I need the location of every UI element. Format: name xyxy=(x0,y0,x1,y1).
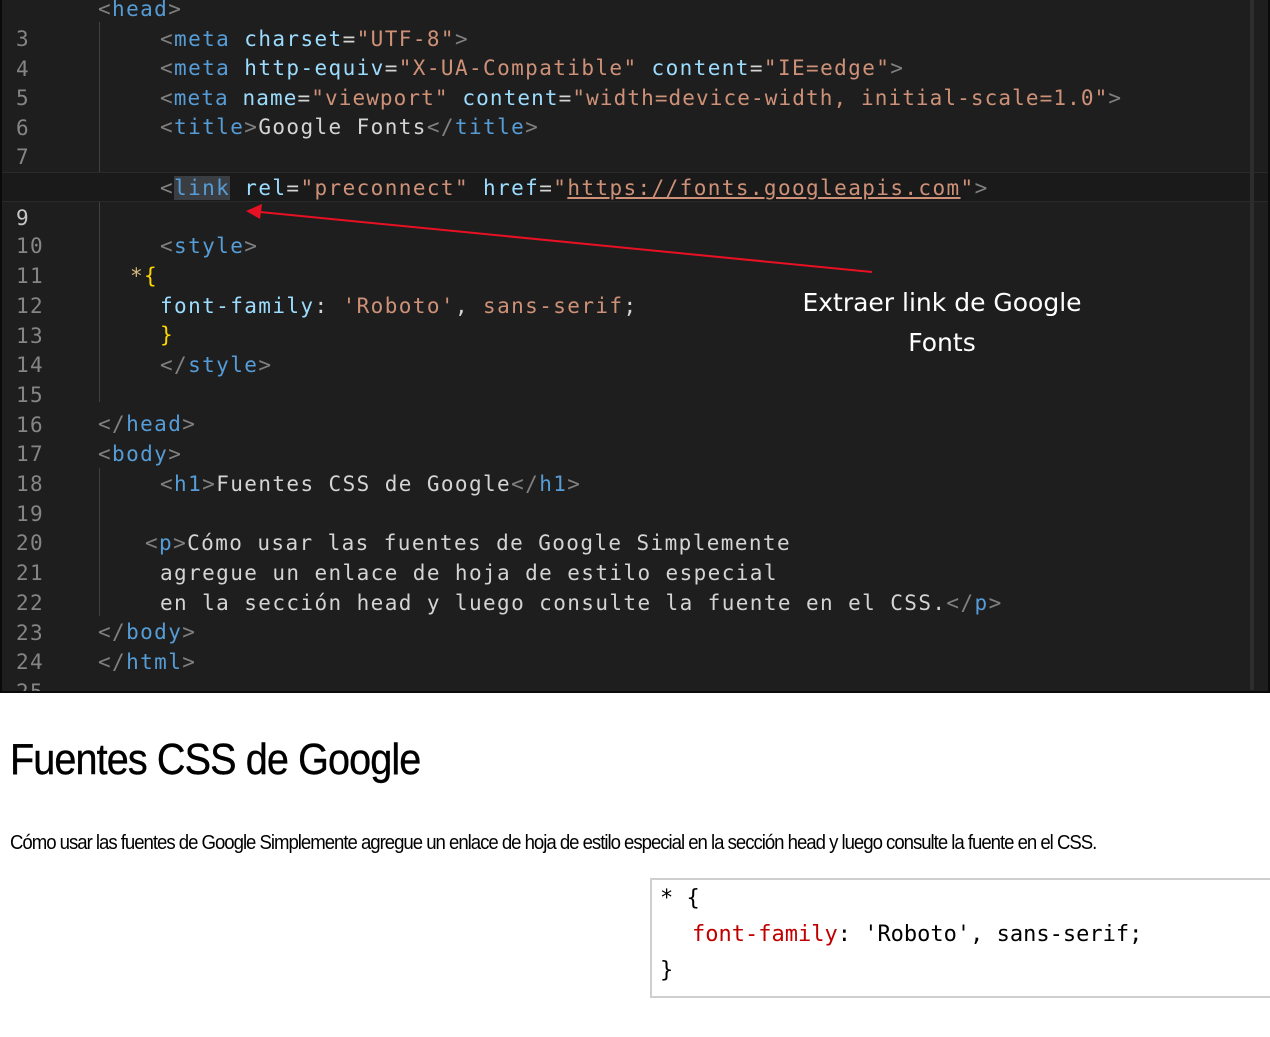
annotation-line: Extraer link de Google xyxy=(802,288,1082,317)
css-snippet-box: * { font-family: 'Roboto', sans-serif; } xyxy=(650,878,1270,998)
css-property: font-family xyxy=(692,922,838,947)
css-declaration-line: font-family: 'Roboto', sans-serif; xyxy=(692,922,1142,947)
preview-paragraph: Cómo usar las fuentes de Google Simpleme… xyxy=(10,832,1097,854)
css-close-line: } xyxy=(660,958,674,983)
css-selector-line: * { xyxy=(660,886,700,911)
css-value: : 'Roboto', sans-serif; xyxy=(837,922,1143,947)
preview-heading: Fuentes CSS de Google xyxy=(10,735,422,784)
browser-preview: Fuentes CSS de Google Cómo usar las fuen… xyxy=(0,697,1270,1037)
annotation-line: Fonts xyxy=(908,328,976,357)
code-editor[interactable]: 3 <head> 4 <meta charset="UTF-8"> 5 <met… xyxy=(0,0,1270,693)
annotation-callout: Extraer link de Google Fonts xyxy=(772,283,1112,363)
